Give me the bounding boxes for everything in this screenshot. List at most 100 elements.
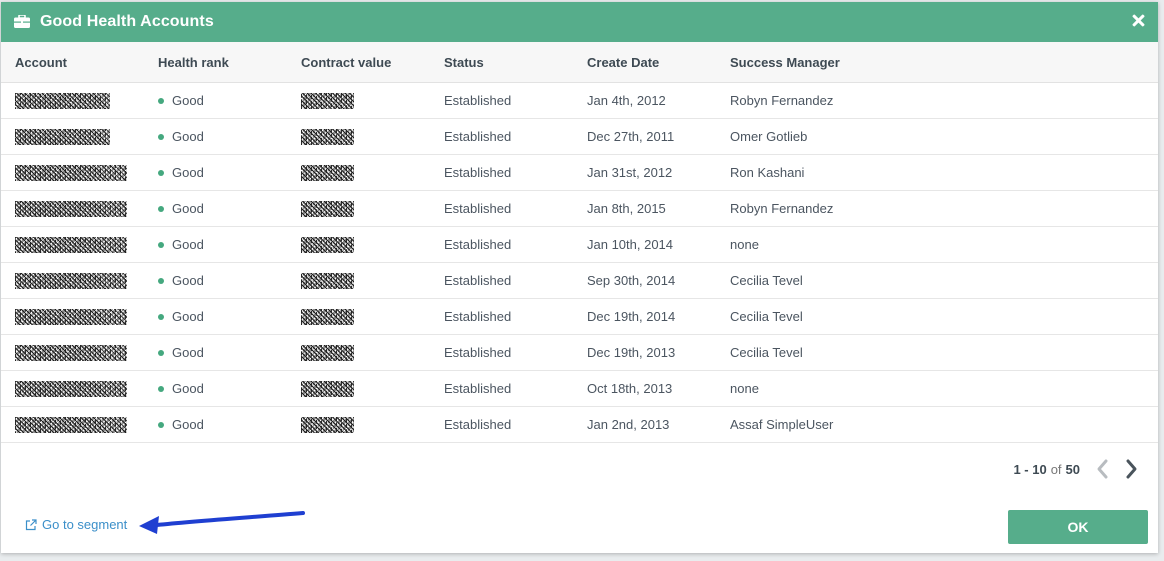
contract-value-cell: [287, 298, 430, 335]
health-rank-cell: Good: [144, 406, 287, 443]
briefcase-icon: [14, 14, 30, 28]
table-row[interactable]: Good Established Jan 31st, 2012 Ron Kashani: [1, 154, 1158, 191]
health-rank-cell: Good: [144, 190, 287, 227]
status-cell: Established: [430, 154, 573, 191]
table-row[interactable]: Good Established Jan 2nd, 2013 Assaf Simple…: [1, 406, 1158, 443]
health-rank-cell: Good: [144, 226, 287, 263]
redacted-contract-value: [301, 416, 354, 433]
column-header-status[interactable]: Status: [430, 42, 573, 83]
contract-value-cell: [287, 154, 430, 191]
health-rank-text: Good: [172, 237, 204, 252]
good-status-dot-icon: [158, 169, 164, 176]
contract-value-cell: [287, 262, 430, 299]
status-cell: Established: [430, 262, 573, 299]
redacted-account-name: [15, 200, 127, 217]
good-status-dot-icon: [158, 133, 164, 140]
go-to-segment-link[interactable]: Go to segment: [25, 517, 127, 532]
table-row[interactable]: Good Established Jan 8th, 2015 Robyn Fernan…: [1, 190, 1158, 227]
status-cell: Established: [430, 298, 573, 335]
table-row[interactable]: Good Established Dec 19th, 2013 Cecilia Tev…: [1, 334, 1158, 371]
pagination-of-label: of: [1050, 461, 1062, 477]
redacted-contract-value: [301, 128, 354, 145]
pagination-range-value: 1 - 10: [1013, 461, 1047, 477]
health-rank-cell: Good: [144, 334, 287, 371]
table-header-row: Account Health rank Contract value Statu…: [1, 42, 1158, 83]
column-header-contract-value[interactable]: Contract value: [287, 42, 430, 83]
success-manager-cell: none: [716, 226, 1158, 263]
status-cell: Established: [430, 334, 573, 371]
good-status-dot-icon: [158, 205, 164, 212]
health-rank-text: Good: [172, 165, 204, 180]
account-cell: [1, 406, 144, 443]
create-date-cell: Oct 18th, 2013: [573, 370, 716, 407]
health-rank-text: Good: [172, 381, 204, 396]
column-header-health-rank[interactable]: Health rank: [144, 42, 287, 83]
status-cell: Established: [430, 118, 573, 155]
create-date-cell: Dec 19th, 2014: [573, 298, 716, 335]
redacted-contract-value: [301, 272, 354, 289]
contract-value-cell: [287, 406, 430, 443]
table-row[interactable]: Good Established Jan 4th, 2012 Robyn Fernan…: [1, 82, 1158, 119]
table-row[interactable]: Good Established Oct 18th, 2013 none: [1, 370, 1158, 407]
create-date-cell: Jan 8th, 2015: [573, 190, 716, 227]
create-date-cell: Jan 31st, 2012: [573, 154, 716, 191]
redacted-account-name: [15, 272, 127, 289]
account-cell: [1, 190, 144, 227]
health-rank-cell: Good: [144, 118, 287, 155]
redacted-account-name: [15, 128, 110, 145]
create-date-cell: Jan 4th, 2012: [573, 82, 716, 119]
chevron-right-icon[interactable]: [1122, 458, 1140, 480]
close-icon[interactable]: [1130, 12, 1148, 30]
contract-value-cell: [287, 370, 430, 407]
health-rank-text: Good: [172, 309, 204, 324]
health-rank-cell: Good: [144, 82, 287, 119]
success-manager-cell: none: [716, 370, 1158, 407]
health-rank-text: Good: [172, 273, 204, 288]
contract-value-cell: [287, 118, 430, 155]
redacted-contract-value: [301, 344, 354, 361]
good-health-accounts-dialog: Good Health Accounts Account Health rank…: [1, 2, 1158, 553]
success-manager-cell: Ron Kashani: [716, 154, 1158, 191]
health-rank-text: Good: [172, 345, 204, 360]
health-rank-text: Good: [172, 93, 204, 108]
column-header-success-manager[interactable]: Success Manager: [716, 42, 1158, 83]
redacted-contract-value: [301, 236, 354, 253]
account-cell: [1, 226, 144, 263]
pagination: 1 - 10 of 50: [1013, 458, 1140, 480]
table-row[interactable]: Good Established Jan 10th, 2014 none: [1, 226, 1158, 263]
create-date-cell: Dec 19th, 2013: [573, 334, 716, 371]
status-cell: Established: [430, 190, 573, 227]
external-link-icon: [25, 518, 37, 530]
status-cell: Established: [430, 406, 573, 443]
create-date-cell: Jan 10th, 2014: [573, 226, 716, 263]
success-manager-cell: Cecilia Tevel: [716, 298, 1158, 335]
good-status-dot-icon: [158, 385, 164, 392]
health-rank-cell: Good: [144, 154, 287, 191]
health-rank-text: Good: [172, 417, 204, 432]
create-date-cell: Sep 30th, 2014: [573, 262, 716, 299]
good-status-dot-icon: [158, 313, 164, 320]
success-manager-cell: Omer Gotlieb: [716, 118, 1158, 155]
success-manager-cell: Robyn Fernandez: [716, 82, 1158, 119]
table-row[interactable]: Good Established Sep 30th, 2014 Cecilia Tev…: [1, 262, 1158, 299]
column-header-account[interactable]: Account: [1, 42, 144, 83]
status-cell: Established: [430, 370, 573, 407]
good-status-dot-icon: [158, 97, 164, 104]
account-cell: [1, 82, 144, 119]
status-cell: Established: [430, 226, 573, 263]
account-cell: [1, 118, 144, 155]
good-status-dot-icon: [158, 421, 164, 428]
column-header-create-date[interactable]: Create Date: [573, 42, 716, 83]
table-row[interactable]: Good Established Dec 19th, 2014 Cecilia Tev…: [1, 298, 1158, 335]
ok-button[interactable]: OK: [1008, 510, 1148, 544]
status-cell: Established: [430, 82, 573, 119]
health-rank-text: Good: [172, 129, 204, 144]
go-to-segment-label: Go to segment: [42, 517, 128, 532]
health-rank-cell: Good: [144, 370, 287, 407]
table-body: Good Established Jan 4th, 2012 Robyn Fernan…: [1, 82, 1158, 443]
table-row[interactable]: Good Established Dec 27th, 2011 Omer Gotlie…: [1, 118, 1158, 155]
health-rank-cell: Good: [144, 298, 287, 335]
chevron-left-icon[interactable]: [1094, 458, 1112, 480]
contract-value-cell: [287, 334, 430, 371]
dialog-title: Good Health Accounts: [40, 13, 214, 30]
